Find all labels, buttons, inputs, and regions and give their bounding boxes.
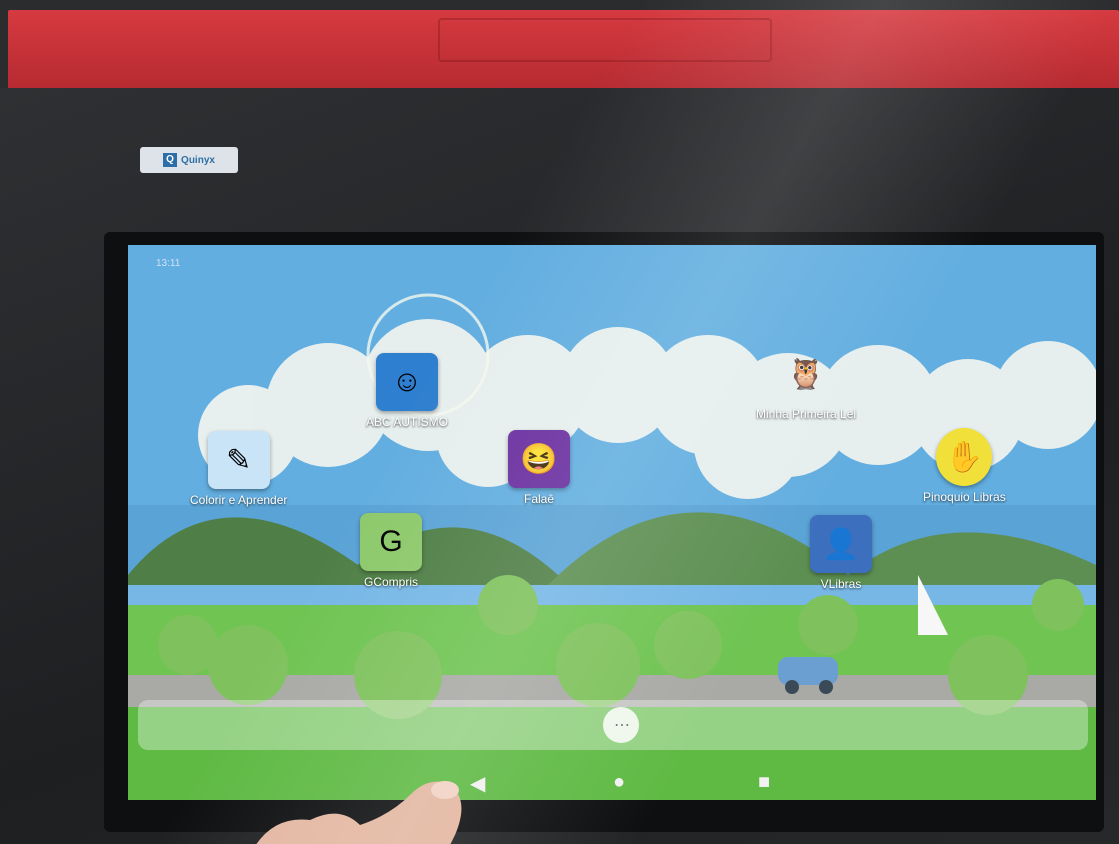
brand-label: Quinyx — [181, 154, 215, 166]
home-screen: ☺ ABC AUTISMO 🦉 Minha Primeira Lei ✎ Col… — [128, 245, 1096, 800]
app-abc-autismo[interactable]: ☺ ABC AUTISMO — [366, 353, 448, 429]
all-apps-button[interactable]: ⋯ — [603, 707, 639, 743]
home-button[interactable]: ● — [613, 771, 625, 794]
laughing-face-icon: 😆 — [508, 430, 570, 488]
sign-language-icon: ✋ — [936, 428, 993, 486]
app-falae[interactable]: 😆 Falaê — [508, 430, 570, 506]
vlibras-icon: 👤 — [810, 515, 872, 573]
app-vlibras[interactable]: 👤 VLibras — [810, 515, 872, 591]
app-minha-primeira-lei[interactable]: 🦉 Minha Primeira Lei — [756, 345, 856, 422]
user-finger — [256, 781, 462, 844]
gcompris-icon: G — [360, 513, 422, 571]
photo-of-tablet: Q Quinyx ☺ ABC AUTISMO 🦉 Minha Primeira … — [0, 0, 1119, 844]
dock: ⋯ — [138, 700, 1088, 750]
app-pinoquio-libras[interactable]: ✋ Pinoquio Libras — [923, 428, 1006, 504]
status-bar-time: 13:11 — [156, 258, 181, 269]
coloring-book-icon: ✎ — [207, 431, 270, 489]
brand-badge: Q Quinyx — [140, 147, 238, 173]
app-gcompris[interactable]: G GCompris — [360, 513, 422, 589]
red-device-case — [8, 10, 1119, 92]
owl-character-icon: 🦉 — [787, 357, 825, 391]
app-colorir-e-aprender[interactable]: ✎ Colorir e Aprender — [190, 431, 287, 507]
brand-logo-icon: Q — [163, 153, 178, 167]
boy-face-icon: ☺ — [376, 353, 438, 411]
recents-button[interactable]: ■ — [758, 771, 770, 794]
